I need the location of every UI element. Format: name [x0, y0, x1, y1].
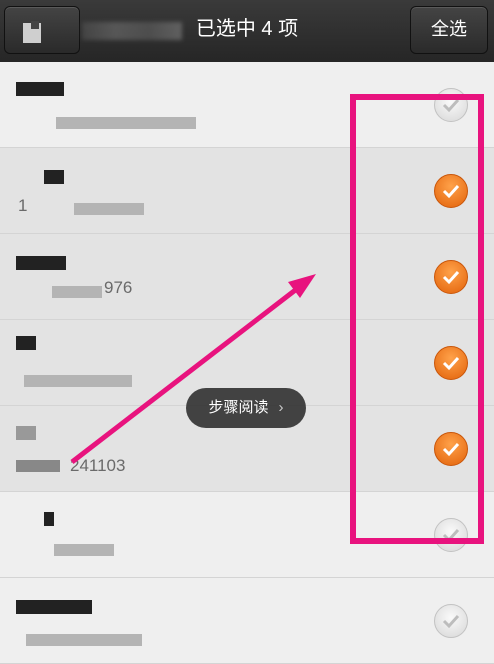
step-reading-label: 步骤阅读: [208, 399, 269, 416]
chevron-right-icon: ›: [278, 399, 284, 416]
step-reading-button[interactable]: 步骤阅读 ›: [186, 388, 306, 428]
annotation-arrow: [70, 274, 316, 464]
